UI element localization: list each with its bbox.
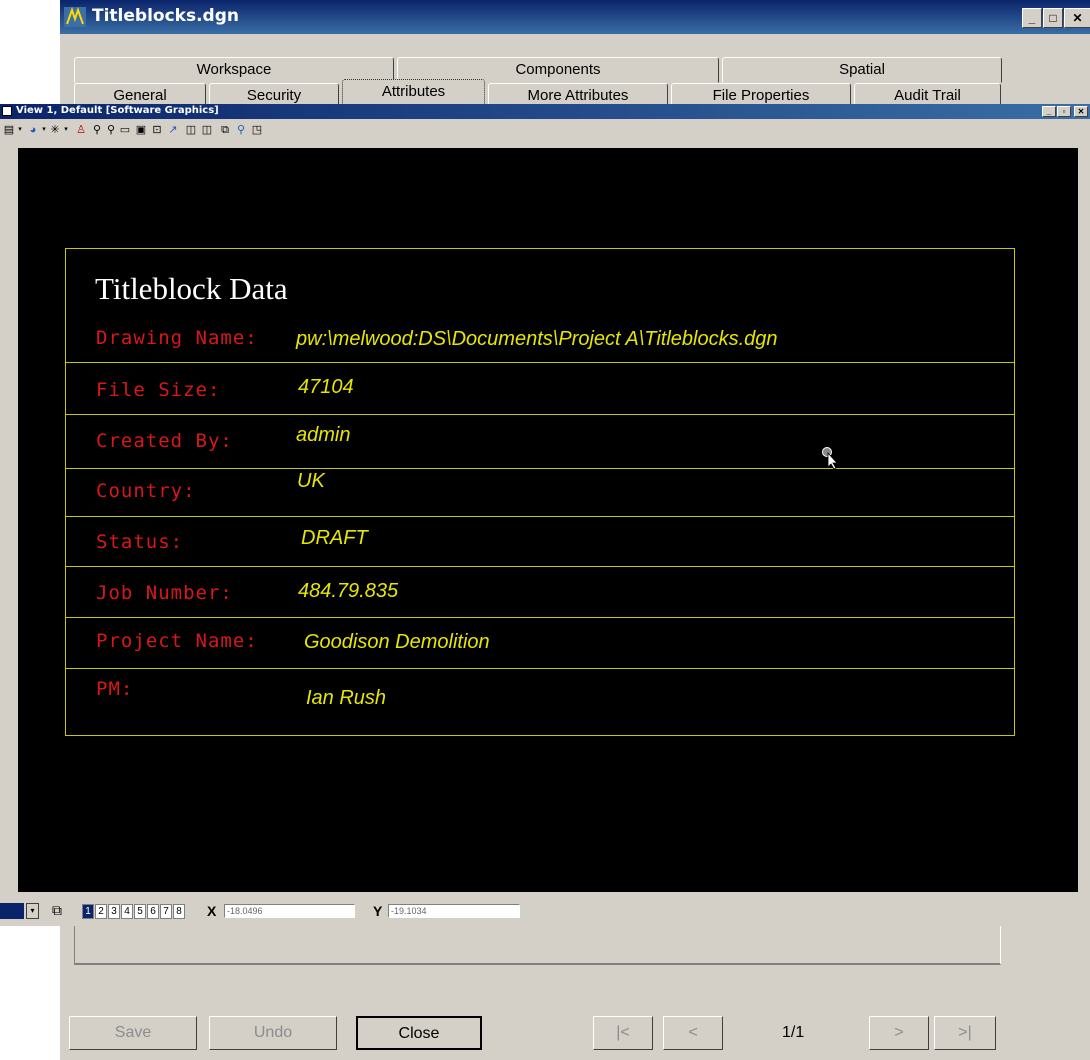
previous-page-button[interactable]: < (663, 1016, 723, 1050)
maximize-button[interactable]: □ (1043, 8, 1063, 28)
zoom-in-icon[interactable]: ⚲ (90, 123, 104, 137)
display-style-icon[interactable]: ◕ (26, 123, 40, 137)
view-close-button[interactable]: ✕ (1074, 106, 1088, 117)
next-page-button[interactable]: > (869, 1016, 929, 1050)
view-title-bar[interactable]: View 1, Default [Software Graphics] _ ▫ … (0, 104, 1090, 119)
fit-view-icon[interactable]: ▣ (134, 123, 148, 137)
first-page-button[interactable]: |< (593, 1016, 653, 1050)
minimize-button[interactable]: _ (1022, 8, 1042, 28)
view-button-8[interactable]: 8 (173, 904, 185, 919)
level-color-swatch[interactable] (0, 903, 24, 919)
value-pm: Ian Rush (306, 687, 387, 709)
tab-attributes[interactable]: Attributes (342, 79, 485, 105)
view-previous-icon[interactable]: ◫ (184, 123, 198, 137)
view-next-icon[interactable]: ◫ (200, 123, 214, 137)
label-created-by: Created By: (96, 430, 233, 452)
view-button-1[interactable]: 1 (82, 904, 94, 919)
view-button-3[interactable]: 3 (108, 904, 120, 919)
view-restore-button[interactable]: ▫ (1057, 106, 1071, 117)
lighting-icon[interactable]: ✳ (48, 123, 62, 137)
view-window: View 1, Default [Software Graphics] _ ▫ … (0, 104, 1090, 926)
value-project-name: Goodison Demolition (304, 631, 490, 653)
rotate-view-icon[interactable]: ⊡ (150, 123, 164, 137)
undo-button[interactable]: Undo (209, 1016, 337, 1050)
tab-spatial[interactable]: Spatial (722, 57, 1002, 83)
window-area-icon[interactable]: ▭ (118, 123, 132, 137)
update-view-icon[interactable]: ♙ (74, 123, 88, 137)
label-job-number: Job Number: (96, 582, 233, 604)
dropdown-arrow-icon[interactable]: ▾ (26, 903, 39, 919)
dialog-title: Titleblocks.dgn (92, 6, 239, 26)
walk-icon[interactable]: ⚲ (234, 123, 248, 137)
x-coordinate-field[interactable]: -18.0496 (224, 904, 355, 918)
value-file-size: 47104 (298, 376, 354, 398)
row-divider (66, 668, 1014, 669)
titleblock-heading: Titleblock Data (95, 271, 288, 306)
label-pm: PM: (96, 678, 134, 700)
save-button[interactable]: Save (69, 1016, 197, 1050)
view-button-5[interactable]: 5 (134, 904, 146, 919)
row-divider (66, 414, 1014, 415)
dropdown-arrow-icon[interactable]: ▾ (62, 123, 70, 137)
label-file-size: File Size: (96, 379, 221, 401)
view-title: View 1, Default [Software Graphics] (16, 105, 219, 116)
y-coordinate-label: Y (373, 903, 383, 919)
label-country: Country: (96, 480, 196, 502)
row-divider (66, 468, 1014, 469)
dropdown-arrow-icon[interactable]: ▾ (16, 123, 24, 137)
view-button-4[interactable]: 4 (121, 904, 133, 919)
value-country: UK (297, 470, 325, 492)
value-drawing-name: pw:\melwood:DS\Documents\Project A\Title… (296, 328, 778, 350)
last-page-button[interactable]: >| (934, 1016, 996, 1050)
y-coordinate-field[interactable]: -19.1034 (388, 904, 520, 918)
row-divider (66, 617, 1014, 618)
copy-view-icon[interactable]: ⧉ (218, 123, 232, 137)
row-divider (66, 362, 1014, 363)
view-button-2[interactable]: 2 (95, 904, 107, 919)
pan-view-icon[interactable]: ↗ (166, 123, 180, 137)
value-status: DRAFT (301, 527, 368, 549)
view-minimize-button[interactable]: _ (1042, 106, 1056, 117)
app-icon (64, 7, 86, 27)
row-divider (66, 516, 1014, 517)
row-divider (66, 566, 1014, 567)
label-status: Status: (96, 531, 184, 553)
view-attributes-icon[interactable]: ▤ (2, 123, 16, 137)
zoom-out-icon[interactable]: ⚲ (104, 123, 118, 137)
view-groups-icon[interactable]: ⧉ (52, 902, 62, 919)
value-job-number: 484.79.835 (298, 580, 399, 602)
label-drawing-name: Drawing Name: (96, 327, 258, 349)
view-button-6[interactable]: 6 (147, 904, 159, 919)
view-status-bar: ▾ ⧉ 1 2 3 4 5 6 7 8 X -18.0496 Y -19.103… (0, 898, 1090, 926)
view-window-icon (2, 106, 12, 116)
close-window-button[interactable]: ✕ (1064, 8, 1090, 28)
value-created-by: admin (296, 424, 351, 446)
page-indicator: 1/1 (782, 1024, 805, 1041)
x-coordinate-label: X (207, 903, 217, 919)
view-toolbar: ▤ ▾ ◕ ▾ ✳ ▾ ♙ ⚲ ⚲ ▭ ▣ ⊡ ↗ ◫ ◫ ⧉ ⚲ ◳ (0, 119, 1090, 148)
titleblock-frame: Titleblock Data Drawing Name: pw:\melwoo… (65, 248, 1015, 736)
dropdown-arrow-icon[interactable]: ▾ (40, 123, 48, 137)
dialog-title-bar[interactable]: Titleblocks.dgn _ □ ✕ (60, 0, 1090, 34)
camera-icon[interactable]: ◳ (250, 123, 264, 137)
view-button-7[interactable]: 7 (160, 904, 172, 919)
mouse-cursor-icon (822, 447, 838, 470)
drawing-canvas[interactable]: Titleblock Data Drawing Name: pw:\melwoo… (18, 148, 1078, 892)
close-button[interactable]: Close (356, 1016, 482, 1050)
label-project-name: Project Name: (96, 630, 258, 652)
